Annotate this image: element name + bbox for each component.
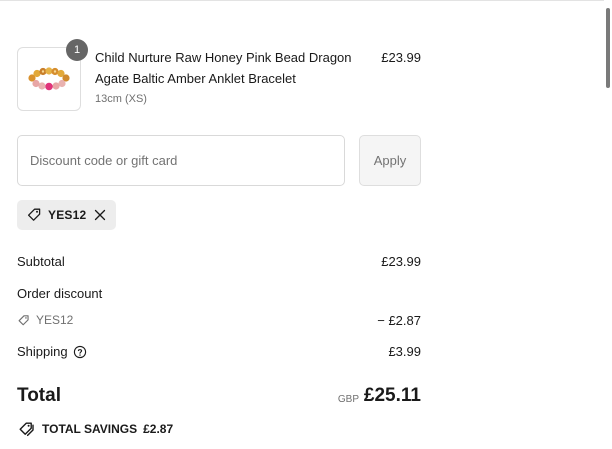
currency-code: GBP — [337, 394, 359, 405]
total-savings-value: £2.87 — [143, 422, 174, 436]
applied-discount-code: YES12 — [48, 208, 87, 222]
subtotal-value: £23.99 — [381, 254, 421, 269]
shipping-label: Shipping — [17, 344, 68, 359]
total-row: Total GBP £25.11 — [17, 385, 421, 411]
help-icon[interactable] — [73, 345, 87, 359]
subtotal-row: Subtotal £23.99 — [17, 254, 421, 269]
total-savings: TOTAL SAVINGS £2.87 — [17, 421, 173, 437]
total-savings-label: TOTAL SAVINGS — [42, 422, 138, 436]
total-label: Total — [17, 385, 61, 406]
applied-discount-chip: YES12 — [17, 200, 116, 230]
quantity-badge: 1 — [66, 39, 88, 61]
product-title: Child Nurture Raw Honey Pink Bead Dragon… — [95, 50, 352, 86]
tag-icon — [27, 208, 41, 221]
shipping-value: £3.99 — [388, 344, 421, 359]
close-icon[interactable] — [94, 209, 106, 221]
apply-button[interactable]: Apply — [359, 135, 421, 186]
order-discount-value: − £2.87 — [377, 313, 421, 328]
tag-icon — [18, 314, 29, 325]
order-discount-row: Order discount — [17, 286, 421, 301]
order-discount-code-row: YES12 − £2.87 — [17, 313, 421, 328]
order-discount-label: Order discount — [17, 286, 103, 301]
scrollbar-thumb[interactable] — [606, 8, 610, 88]
top-divider — [0, 0, 604, 1]
subtotal-label: Subtotal — [17, 254, 65, 269]
product-price: £23.99 — [381, 50, 421, 65]
tag-icon — [19, 422, 34, 437]
remove-discount-button[interactable] — [94, 209, 106, 221]
scrollbar[interactable] — [604, 0, 612, 449]
order-discount-code: YES12 — [36, 313, 74, 327]
line-item: 1 Child Nurture Raw Honey Pink Bead Drag… — [17, 39, 421, 111]
discount-code-input[interactable] — [17, 135, 345, 186]
total-value: £25.11 — [363, 385, 421, 406]
product-variant: 13cm (XS) — [95, 93, 147, 105]
shipping-row: Shipping £3.99 — [17, 344, 421, 359]
